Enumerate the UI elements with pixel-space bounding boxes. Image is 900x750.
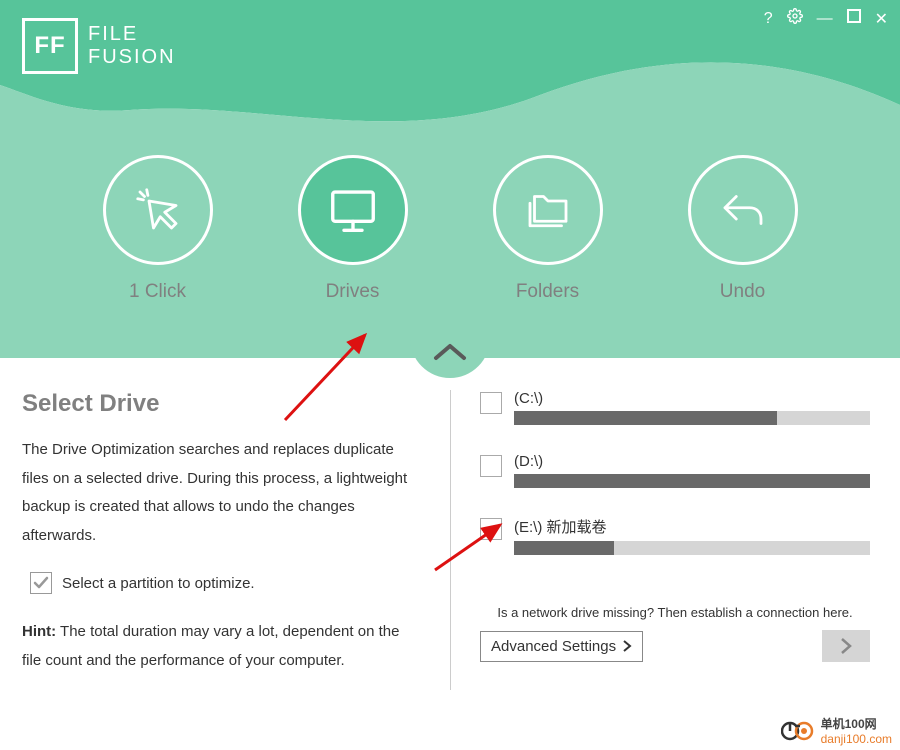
drive-checkbox[interactable] bbox=[480, 518, 502, 540]
drive-label: (E:\) 新加载卷 bbox=[514, 516, 870, 537]
drive-item: (E:\) 新加载卷 bbox=[480, 516, 870, 555]
cursor-click-icon bbox=[103, 155, 213, 265]
hint-text: Hint: The total duration may vary a lot,… bbox=[22, 618, 418, 675]
advanced-settings-button[interactable]: Advanced Settings bbox=[480, 631, 643, 662]
mode-drives[interactable]: Drives bbox=[298, 155, 408, 303]
next-button[interactable] bbox=[822, 630, 870, 662]
app-logo: FF FILE FUSION bbox=[22, 18, 176, 74]
drive-usage-bar bbox=[514, 411, 870, 425]
section-description: The Drive Optimization searches and repl… bbox=[22, 436, 418, 550]
select-partition-label: Select a partition to optimize. bbox=[62, 575, 255, 592]
drive-usage-bar bbox=[514, 474, 870, 488]
mode-label: Undo bbox=[720, 281, 765, 303]
mode-folders[interactable]: Folders bbox=[493, 155, 603, 303]
logo-badge: FF bbox=[22, 18, 78, 74]
vertical-divider bbox=[450, 390, 451, 690]
drive-checkbox[interactable] bbox=[480, 455, 502, 477]
mode-label: Folders bbox=[516, 281, 579, 303]
close-button[interactable]: ✕ bbox=[875, 9, 888, 29]
drive-item: (D:\) bbox=[480, 453, 870, 488]
minimize-button[interactable]: — bbox=[817, 10, 833, 28]
settings-button[interactable] bbox=[787, 8, 803, 29]
help-button[interactable]: ? bbox=[764, 10, 773, 28]
app-title-line1: FILE bbox=[88, 23, 176, 46]
folders-icon bbox=[493, 155, 603, 265]
monitor-icon bbox=[298, 155, 408, 265]
mode-1click[interactable]: 1 Click bbox=[103, 155, 213, 303]
collapse-toggle[interactable] bbox=[410, 338, 490, 378]
mode-label: Drives bbox=[326, 281, 380, 303]
maximize-button[interactable] bbox=[847, 9, 861, 28]
section-heading: Select Drive bbox=[22, 390, 418, 418]
mode-label: 1 Click bbox=[129, 281, 186, 303]
drive-label: (C:\) bbox=[514, 390, 870, 407]
app-title-line2: FUSION bbox=[88, 46, 176, 69]
network-drive-hint: Is a network drive missing? Then establi… bbox=[480, 605, 870, 620]
drive-usage-bar bbox=[514, 541, 870, 555]
watermark: 单机100网 danji100.com bbox=[781, 715, 892, 746]
select-partition-checkbox[interactable] bbox=[30, 572, 52, 594]
undo-icon bbox=[688, 155, 798, 265]
drive-label: (D:\) bbox=[514, 453, 870, 470]
drive-checkbox[interactable] bbox=[480, 392, 502, 414]
drive-item: (C:\) bbox=[480, 390, 870, 425]
mode-undo[interactable]: Undo bbox=[688, 155, 798, 303]
